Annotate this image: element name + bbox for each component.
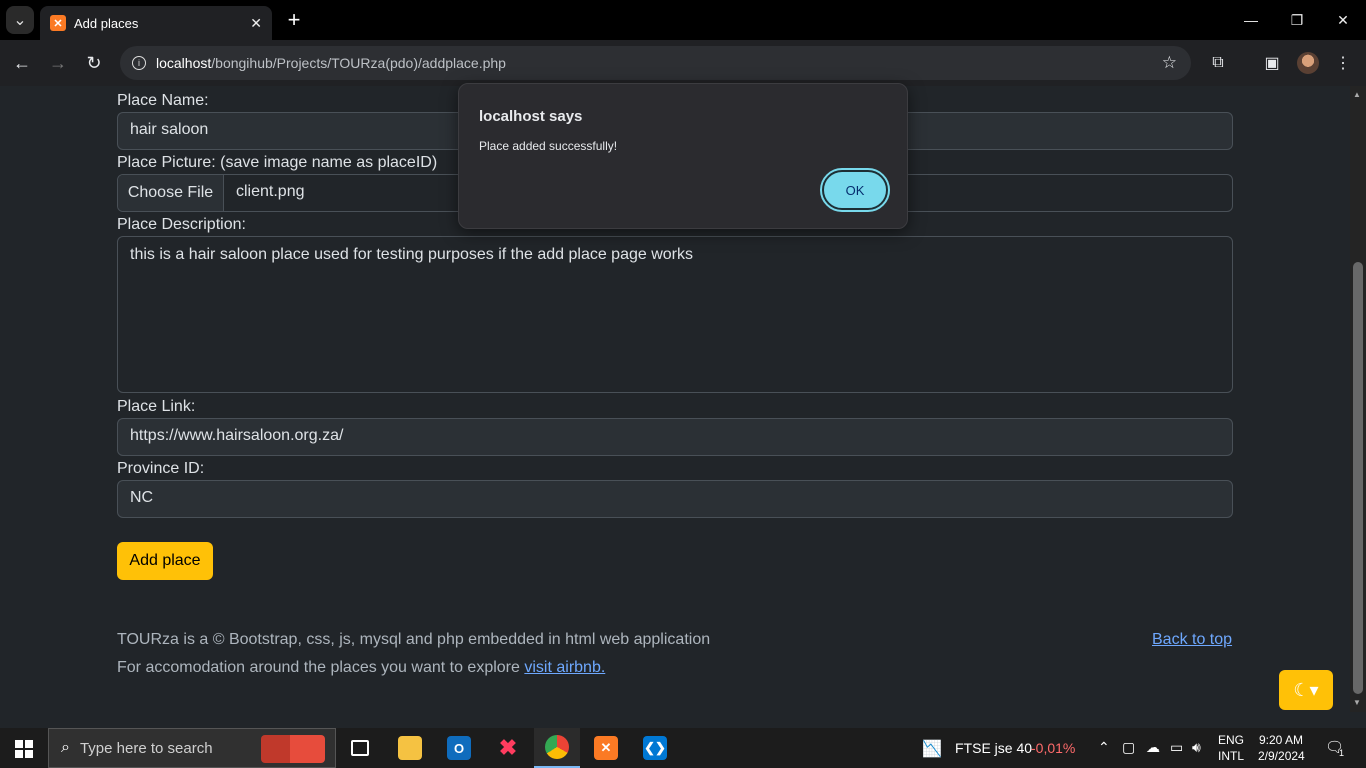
folder-icon — [398, 736, 422, 760]
tab-close-icon[interactable]: ✕ — [250, 15, 262, 32]
site-info-icon[interactable]: i — [132, 56, 146, 70]
vscode-app[interactable]: ❮❯ — [632, 728, 678, 768]
show-hidden-icons-icon[interactable]: ⌃ — [1098, 739, 1110, 756]
chrome-app[interactable] — [534, 728, 580, 768]
menu-kebab-icon[interactable]: ⋮ — [1332, 52, 1354, 74]
vscode-icon: ❮❯ — [643, 736, 667, 760]
address-bar[interactable]: i localhost/bongihub/Projects/TOURza(pdo… — [120, 46, 1191, 80]
xampp-icon: ✕ — [594, 736, 618, 760]
profile-avatar[interactable] — [1297, 52, 1319, 74]
close-window-button[interactable]: ✕ — [1328, 8, 1358, 32]
scroll-down-arrow-icon[interactable]: ▼ — [1353, 698, 1361, 707]
bookmark-star-icon[interactable]: ☆ — [1162, 53, 1177, 73]
search-placeholder: Type here to search — [79, 739, 213, 757]
chrome-icon — [545, 735, 569, 759]
dialog-ok-button[interactable]: OK — [820, 168, 890, 212]
description-textarea[interactable]: this is a hair saloon place used for tes… — [117, 236, 1233, 393]
scroll-up-arrow-icon[interactable]: ▲ — [1353, 90, 1361, 99]
task-view-app[interactable] — [337, 728, 383, 768]
xampp-favicon-icon: ✕ — [50, 15, 66, 31]
province-id-label: Province ID: — [117, 460, 205, 477]
tab-bar: ⌄ ✕ Add places ✕ + — ❐ ✕ — [0, 0, 1366, 40]
onedrive-icon[interactable]: ☁ — [1146, 739, 1160, 756]
alert-dialog: localhost says Place added successfully!… — [458, 83, 908, 229]
tab-search-button[interactable]: ⌄ — [6, 6, 34, 34]
outlook-icon: O — [447, 736, 471, 760]
place-name-label: Place Name: — [117, 92, 209, 109]
search-icon: ⌕ — [61, 739, 70, 756]
province-id-input[interactable]: NC — [117, 480, 1233, 518]
language-primary[interactable]: ENG — [1218, 733, 1244, 747]
xmind-app[interactable]: ✖ — [485, 728, 531, 768]
footer-credits: TOURza is a © Bootstrap, css, js, mysql … — [117, 631, 711, 648]
stock-name[interactable]: FTSE jse 40 — [955, 740, 1032, 756]
meet-now-icon[interactable]: ▢ — [1122, 739, 1135, 756]
url-path: /bongihub/Projects/TOURza(pdo)/addplace.… — [211, 55, 506, 71]
windows-start-icon[interactable] — [15, 740, 33, 758]
windows-taskbar: ⌕ Type here to search O ✖ ✕ ❮❯ 📉 FTSE js… — [0, 728, 1366, 768]
place-link-label: Place Link: — [117, 398, 196, 415]
restore-button[interactable]: ❐ — [1282, 8, 1312, 32]
language-secondary[interactable]: INTL — [1218, 749, 1244, 763]
browser-toolbar: ← → ↻ i localhost/bongihub/Projects/TOUR… — [0, 40, 1366, 86]
new-tab-button[interactable]: + — [282, 7, 306, 32]
tab-add-places[interactable]: ✕ Add places ✕ — [40, 6, 272, 40]
reload-button[interactable]: ↻ — [82, 51, 106, 75]
description-label: Place Description: — [117, 216, 246, 233]
footer-accommodation-text: For accomodation around the places you w… — [117, 659, 525, 676]
clock-date[interactable]: 2/9/2024 — [1258, 749, 1305, 763]
airbnb-link[interactable]: visit airbnb. — [524, 659, 605, 676]
volume-icon[interactable]: 🔊︎ — [1192, 739, 1201, 756]
back-button[interactable]: ← — [10, 51, 34, 75]
choose-file-button[interactable]: Choose File — [118, 175, 224, 211]
dialog-title: localhost says — [479, 108, 583, 125]
outlook-app[interactable]: O — [436, 728, 482, 768]
url-host: localhost — [156, 55, 212, 71]
place-picture-label: Place Picture: (save image name as place… — [117, 154, 438, 171]
place-link-input[interactable]: https://www.hairsaloon.org.za/ — [117, 418, 1233, 456]
minimize-button[interactable]: — — [1236, 8, 1266, 32]
selected-file-name: client.png — [236, 183, 305, 200]
dialog-message: Place added successfully! — [479, 139, 618, 153]
add-place-button[interactable]: Add place — [117, 542, 213, 580]
clock-time[interactable]: 9:20 AM — [1259, 733, 1303, 747]
page-scrollbar[interactable]: ▲ ▼ — [1350, 86, 1366, 712]
notification-count: 1 — [1339, 748, 1345, 758]
stock-chart-icon: 📉 — [922, 741, 942, 758]
moon-icon: ☾▾ — [1293, 679, 1319, 700]
task-view-icon — [351, 740, 369, 756]
battery-icon[interactable]: ▭ — [1170, 739, 1183, 756]
side-panel-icon[interactable]: ▣ — [1261, 52, 1283, 74]
back-to-top-link[interactable]: Back to top — [1152, 631, 1232, 649]
footer-accommodation: For accomodation around the places you w… — [117, 659, 605, 677]
forward-button[interactable]: → — [46, 51, 70, 75]
x-app-icon: ✖ — [498, 735, 518, 760]
theme-toggle-button[interactable]: ☾▾ — [1279, 670, 1333, 710]
file-explorer-app[interactable] — [387, 728, 433, 768]
chevron-down-icon: ⌄ — [13, 12, 27, 29]
taskbar-search-box[interactable]: ⌕ Type here to search — [48, 728, 336, 768]
scrollbar-thumb[interactable] — [1353, 262, 1363, 694]
tab-title: Add places — [74, 15, 139, 31]
gift-decoration-icon — [261, 735, 325, 763]
stock-change: -0,01% — [1031, 740, 1076, 756]
xampp-app[interactable]: ✕ — [583, 728, 629, 768]
extensions-icon[interactable]: ⧉ — [1207, 52, 1229, 74]
